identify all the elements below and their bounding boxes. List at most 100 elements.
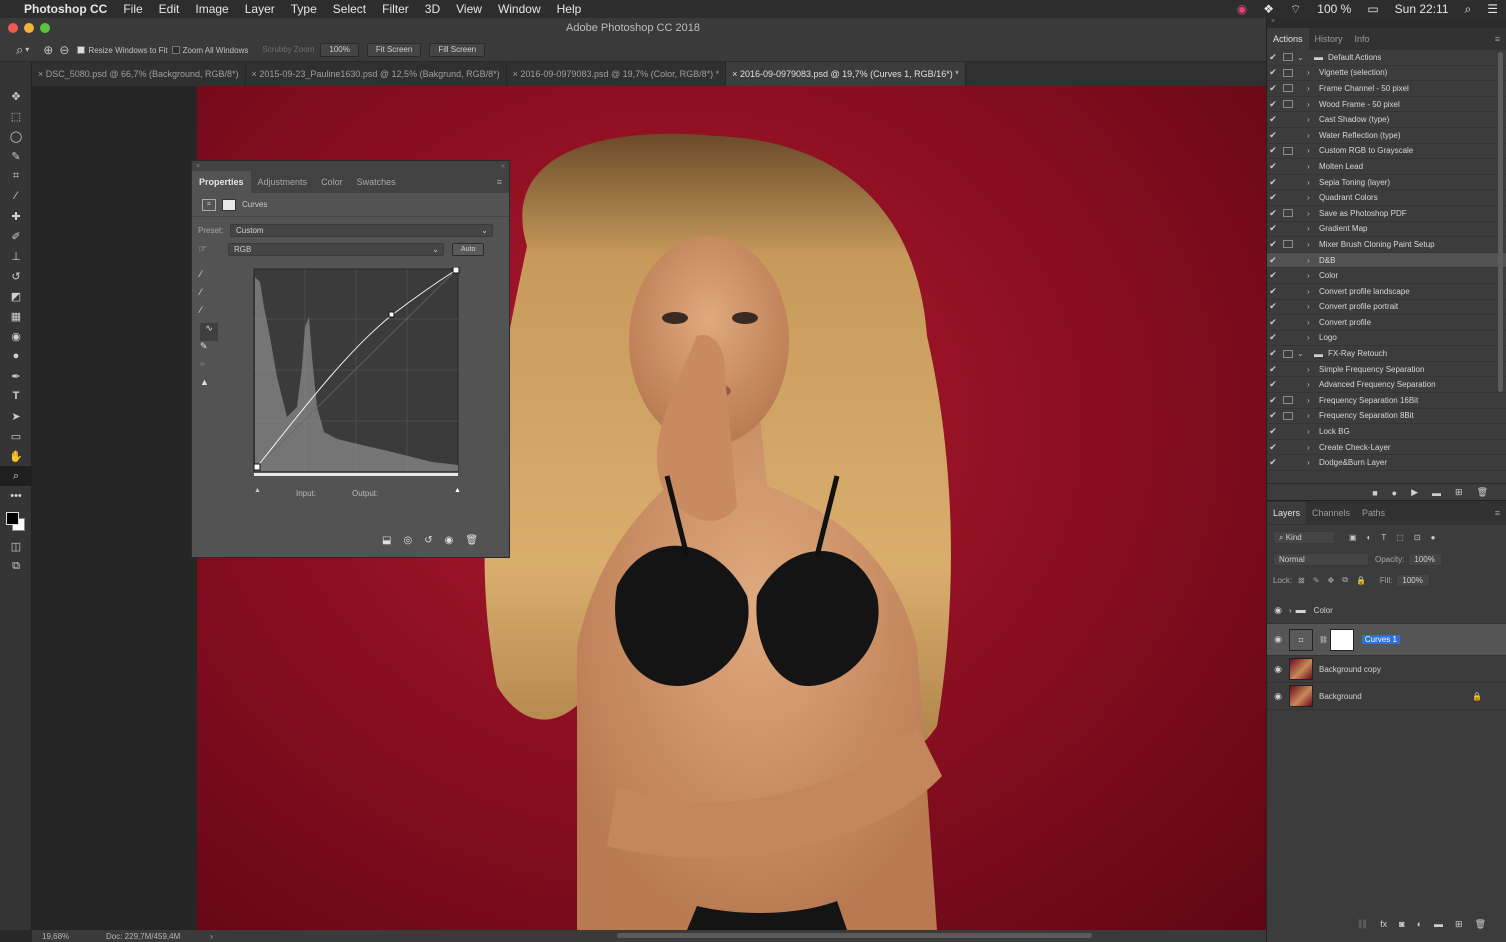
blend-mode-select[interactable]: Normal <box>1273 552 1369 566</box>
toggle-check-icon[interactable]: ✔ <box>1267 67 1279 78</box>
zoom-all-windows-checkbox[interactable]: Zoom All Windows <box>171 45 248 55</box>
panel-menu-icon[interactable]: ≡ <box>490 171 509 193</box>
document-tab[interactable]: × 2016-09-0979083.psd @ 19,7% (Color, RG… <box>507 62 727 86</box>
chevron-down-icon[interactable]: ⌄ <box>1297 53 1309 62</box>
chevron-right-icon[interactable]: › <box>1307 193 1319 202</box>
dialog-toggle-icon[interactable] <box>1283 84 1293 93</box>
dialog-toggle-icon[interactable] <box>1283 459 1293 467</box>
white-point-eyedropper-icon[interactable]: ⁄ <box>200 305 218 323</box>
action-row[interactable]: ✔ › Water Reflection (type) <box>1267 128 1506 144</box>
lock-all-icon[interactable]: 🔒 <box>1356 576 1366 585</box>
pen-tool-icon[interactable]: ✒ <box>0 366 32 386</box>
channel-select[interactable]: RGB ⌄ <box>228 242 444 256</box>
black-point-slider-icon[interactable]: ▲ <box>254 487 261 494</box>
chevron-right-icon[interactable]: › <box>1307 240 1319 249</box>
preset-select[interactable]: Custom ⌄ <box>230 223 493 237</box>
chevron-right-icon[interactable]: › <box>1307 146 1319 155</box>
layer-name[interactable]: Background <box>1319 692 1362 701</box>
toggle-check-icon[interactable]: ✔ <box>1267 52 1279 63</box>
action-row[interactable]: ✔ › Logo <box>1267 331 1506 347</box>
toggle-check-icon[interactable]: ✔ <box>1267 410 1279 421</box>
panel-menu-icon[interactable]: ≡ <box>1489 502 1506 524</box>
dialog-toggle-icon[interactable] <box>1283 287 1293 295</box>
rectangle-tool-icon[interactable]: ▭ <box>0 426 32 446</box>
menu-edit[interactable]: Edit <box>151 2 188 16</box>
more-tools-icon[interactable]: ••• <box>0 486 32 506</box>
new-adjustment-icon[interactable]: ◐ <box>1417 919 1422 929</box>
new-layer-icon[interactable]: ⊞ <box>1455 919 1463 930</box>
chevron-right-icon[interactable]: › <box>1289 606 1292 615</box>
dialog-toggle-icon[interactable] <box>1283 53 1293 62</box>
clone-stamp-tool-icon[interactable]: ⊥ <box>0 246 32 266</box>
dialog-toggle-icon[interactable] <box>1283 100 1293 109</box>
fill-field[interactable]: 100% <box>1396 573 1431 587</box>
action-row[interactable]: ✔ › Lock BG <box>1267 424 1506 440</box>
zoom-out-icon[interactable]: ⊖ <box>59 43 69 57</box>
toggle-check-icon[interactable]: ✔ <box>1267 379 1279 390</box>
tab-actions[interactable]: Actions <box>1267 28 1309 50</box>
menu-layer[interactable]: Layer <box>237 2 283 16</box>
visibility-eye-icon[interactable]: ◉ <box>1267 634 1289 645</box>
dialog-toggle-icon[interactable] <box>1283 411 1293 420</box>
dialog-toggle-icon[interactable] <box>1283 428 1293 436</box>
action-row[interactable]: ✔ › Advanced Frequency Separation <box>1267 377 1506 394</box>
chevron-right-icon[interactable]: › <box>1307 131 1319 140</box>
pencil-draw-icon[interactable]: ✎ <box>200 341 218 359</box>
stop-icon[interactable]: ■ <box>1372 488 1377 498</box>
tab-color[interactable]: Color <box>314 171 350 193</box>
toggle-check-icon[interactable]: ✔ <box>1267 130 1279 141</box>
chevron-right-icon[interactable]: › <box>1307 115 1319 124</box>
filter-smartobject-icon[interactable]: ⊡ <box>1414 533 1421 542</box>
chevron-right-icon[interactable]: › <box>1307 178 1319 187</box>
chevron-right-icon[interactable]: › <box>210 932 213 941</box>
smooth-curve-icon[interactable]: ≈ <box>200 359 218 377</box>
chevron-right-icon[interactable]: › <box>1307 396 1319 405</box>
chevron-right-icon[interactable]: › <box>1307 256 1319 265</box>
close-icon[interactable]: × <box>513 69 518 79</box>
dialog-toggle-icon[interactable] <box>1283 225 1293 233</box>
zoom-tool-icon[interactable]: ⌕ <box>0 466 32 486</box>
dialog-toggle-icon[interactable] <box>1283 162 1293 170</box>
layer-row-color-group[interactable]: ◉ › ▬ Color <box>1267 597 1506 624</box>
dropbox-icon[interactable]: ❖ <box>1255 2 1282 16</box>
app-menu[interactable]: Photoshop CC <box>16 2 115 16</box>
view-previous-state-icon[interactable]: ◎ <box>403 535 412 546</box>
auto-button[interactable]: Auto <box>452 242 485 256</box>
targeted-adjustment-icon[interactable]: ☞ <box>198 244 228 255</box>
eraser-tool-icon[interactable]: ◩ <box>0 286 32 306</box>
layer-row-curves[interactable]: ◉ ⌗ ⛓ Curves 1 <box>1267 624 1506 656</box>
chevron-right-icon[interactable]: › <box>1307 68 1319 77</box>
chevron-right-icon[interactable]: › <box>1307 411 1319 420</box>
menu-3d[interactable]: 3D <box>417 2 448 16</box>
tab-adjustments[interactable]: Adjustments <box>251 171 315 193</box>
mask-icon[interactable] <box>222 198 236 211</box>
dialog-toggle-icon[interactable] <box>1283 178 1293 186</box>
quick-selection-tool-icon[interactable]: ✎ <box>0 146 32 166</box>
close-window-button[interactable] <box>8 23 18 33</box>
dialog-toggle-icon[interactable] <box>1283 381 1293 389</box>
curves-graph[interactable] <box>252 267 464 482</box>
menu-window[interactable]: Window <box>490 2 549 16</box>
action-row[interactable]: ✔ › Vignette (selection) <box>1267 66 1506 82</box>
visibility-eye-icon[interactable]: ◉ <box>1267 691 1289 702</box>
chevron-right-icon[interactable]: › <box>1307 271 1319 280</box>
dialog-toggle-icon[interactable] <box>1283 194 1293 202</box>
dialog-toggle-icon[interactable] <box>1283 365 1293 373</box>
layer-thumbnail[interactable] <box>1289 658 1313 680</box>
toggle-check-icon[interactable]: ✔ <box>1267 286 1279 297</box>
tab-properties[interactable]: Properties <box>192 171 251 193</box>
close-icon[interactable]: × <box>1267 18 1506 28</box>
gradient-tool-icon[interactable]: ▦ <box>0 306 32 326</box>
visibility-eye-icon[interactable]: ◉ <box>445 535 454 546</box>
dialog-toggle-icon[interactable] <box>1283 131 1293 139</box>
new-action-icon[interactable]: ⊞ <box>1455 487 1463 498</box>
layer-row-background[interactable]: ◉ Background 🔒 <box>1267 683 1506 710</box>
dialog-toggle-icon[interactable] <box>1283 68 1293 77</box>
close-icon[interactable]: × <box>196 163 200 170</box>
action-row[interactable]: ✔ › Simple Frequency Separation <box>1267 362 1506 378</box>
close-icon[interactable]: × <box>732 69 737 79</box>
layer-name[interactable]: Color <box>1314 606 1333 615</box>
tab-channels[interactable]: Channels <box>1306 502 1356 524</box>
dialog-toggle-icon[interactable] <box>1283 146 1293 155</box>
actions-scrollbar[interactable] <box>1498 52 1503 392</box>
